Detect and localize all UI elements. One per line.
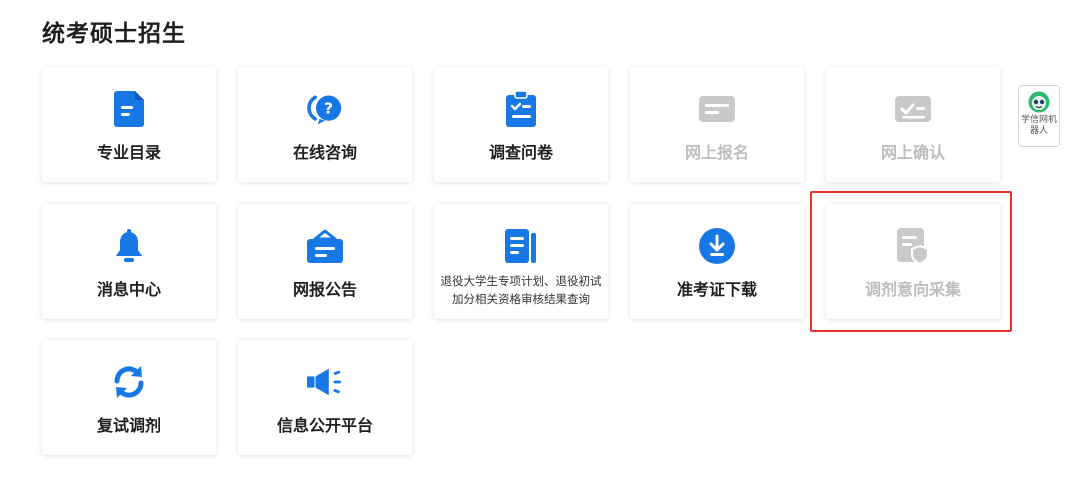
card-information-disclosure-platform[interactable]: 信息公开平台 [238,340,412,455]
card-label: 专业目录 [96,143,161,162]
card-online-consult[interactable]: ? 在线咨询 [238,67,412,182]
card-label: 网上确认 [880,143,945,162]
bell-icon [111,228,147,264]
document-lines-icon [503,228,539,264]
card-veteran-qualification-query[interactable]: 退役大学生专项计划、退役初试加分相关资格审核结果查询 [434,204,608,319]
refresh-icon [111,364,147,400]
card-label: 调查问卷 [488,143,553,162]
card-label: 信息公开平台 [276,416,373,435]
card-label: 在线咨询 [292,143,357,162]
card-retest-adjustment[interactable]: 复试调剂 [42,340,216,455]
check-card-icon [895,91,931,127]
clipboard-checklist-icon [503,91,539,127]
card-label: 网报公告 [292,280,357,299]
card-survey[interactable]: 调查问卷 [434,67,608,182]
chat-question-icon: ? [307,91,343,127]
card-major-catalog[interactable]: 专业目录 [42,67,216,182]
chatbot-widget[interactable]: 学信网机器人 [1018,85,1060,147]
download-circle-icon [699,228,735,264]
svg-text:?: ? [324,100,333,118]
card-label: 复试调剂 [96,416,161,435]
chatbot-label: 学信网机器人 [1021,115,1058,136]
page-title: 统考硕士招生 [42,21,186,47]
card-admission-ticket-download[interactable]: 准考证下载 [630,204,804,319]
card-message-center[interactable]: 消息中心 [42,204,216,319]
card-label: 退役大学生专项计划、退役初试加分相关资格审核结果查询 [440,274,602,306]
document-list-icon [111,91,147,127]
card-online-confirmation[interactable]: 网上确认 [826,67,1000,182]
briefcase-announcement-icon [307,228,343,264]
card-label: 网上报名 [684,143,749,162]
card-online-registration[interactable]: 网上报名 [630,67,804,182]
megaphone-icon [307,364,343,400]
robot-icon [1028,91,1050,113]
card-label: 准考证下载 [676,280,757,299]
card-registration-announcement[interactable]: 网报公告 [238,204,412,319]
card-label: 消息中心 [96,280,161,299]
highlight-box [810,191,1012,332]
form-card-icon [699,91,735,127]
